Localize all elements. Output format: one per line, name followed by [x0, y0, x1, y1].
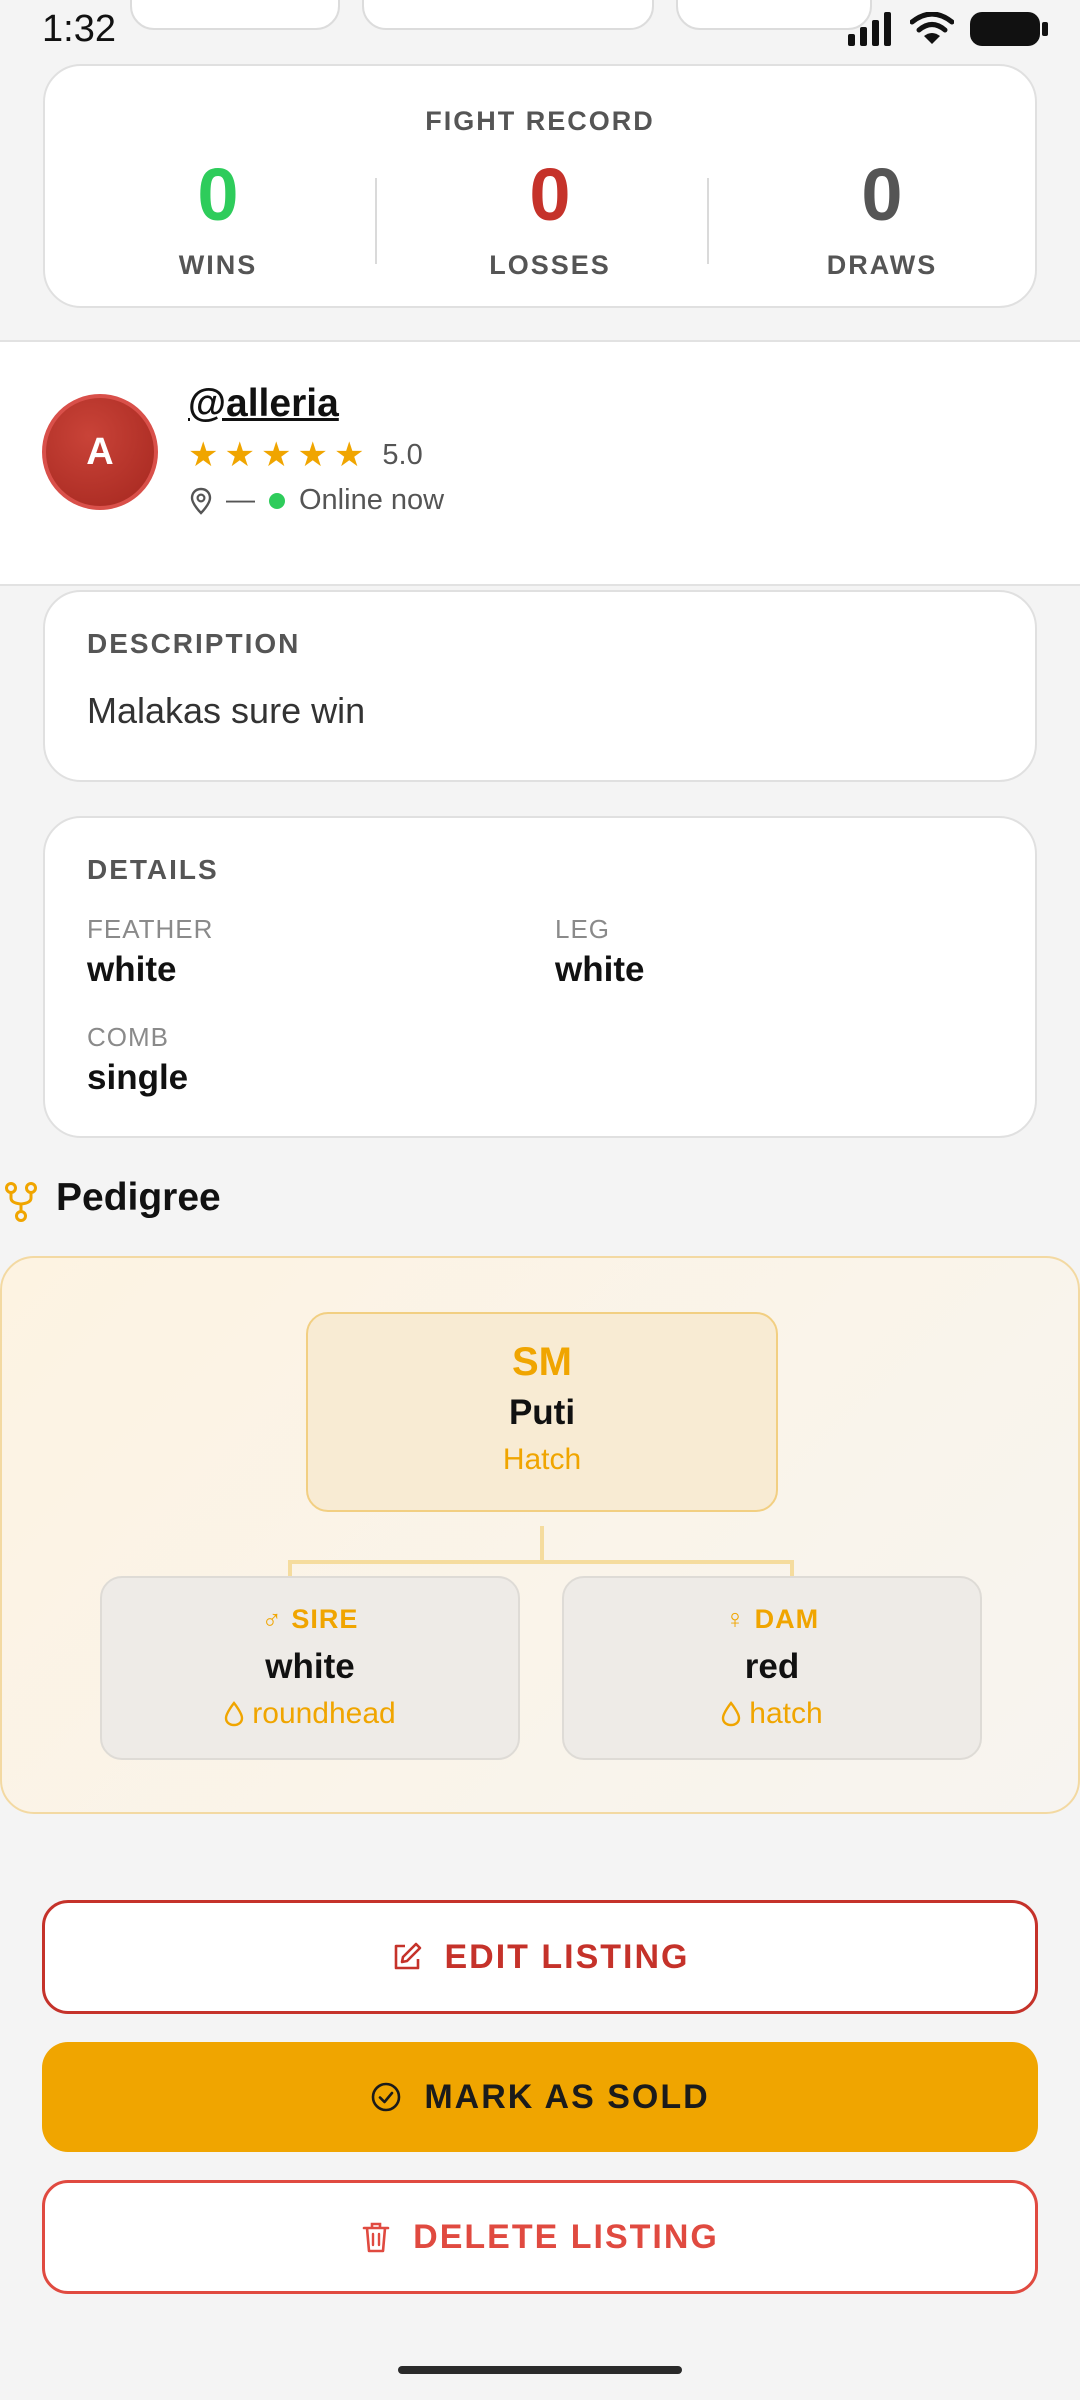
location-pin-icon	[190, 487, 212, 515]
drop-icon	[722, 1701, 741, 1727]
wins-stat: 0 WINS	[53, 158, 383, 281]
comb-value: single	[87, 1058, 189, 1097]
edit-listing-label: EDIT LISTING	[444, 1937, 690, 1976]
delete-listing-button[interactable]: DELETE LISTING	[42, 2180, 1038, 2294]
top-chip-3[interactable]	[676, 0, 872, 30]
top-chip-2[interactable]	[362, 0, 654, 30]
mark-as-sold-button[interactable]: MARK AS SOLD	[42, 2042, 1038, 2152]
feather-value: white	[87, 950, 177, 989]
description-card: DESCRIPTION Malakas sure win	[43, 590, 1037, 782]
wins-value: 0	[197, 153, 239, 236]
losses-label: LOSSES	[489, 250, 611, 280]
seller-username[interactable]: @alleria	[188, 382, 339, 426]
seller-location: —	[226, 484, 255, 516]
description-label: DESCRIPTION	[87, 628, 301, 659]
fight-record-title: FIGHT RECORD	[425, 106, 655, 136]
top-chip-1[interactable]	[130, 0, 340, 30]
tree-connector	[288, 1560, 794, 1564]
sire-role: ♂ SIRE	[102, 1604, 518, 1635]
star-icon: ★	[333, 436, 365, 474]
draws-value: 0	[861, 153, 903, 236]
root-bloodline: Hatch	[502, 1443, 582, 1476]
wifi-icon	[910, 12, 954, 44]
status-time: 1:32	[42, 8, 116, 50]
drop-icon	[225, 1701, 244, 1727]
seller-rating: ★ ★ ★ ★ ★ 5.0	[188, 438, 423, 472]
pedigree-root-node[interactable]: SM Puti Hatch	[306, 1312, 778, 1512]
online-indicator	[269, 492, 285, 509]
status-bar: 1:32	[0, 0, 1080, 60]
system-icons	[848, 12, 1048, 46]
sire-node[interactable]: ♂ SIRE white roundhead	[100, 1576, 520, 1760]
star-icon: ★	[188, 436, 219, 474]
rating-value: 5.0	[382, 438, 423, 471]
details-label: DETAILS	[87, 854, 219, 885]
edit-icon	[394, 1942, 421, 1970]
avatar[interactable]: A	[42, 394, 158, 510]
female-symbol-icon: ♀	[724, 1604, 747, 1634]
stat-divider	[707, 178, 709, 264]
draws-stat: 0 DRAWS	[717, 158, 1047, 281]
star-icon: ★	[297, 436, 328, 474]
description-text: Malakas sure win	[87, 690, 366, 731]
dam-bloodline: hatch	[564, 1697, 980, 1731]
root-name: Puti	[508, 1393, 576, 1432]
check-circle-icon	[372, 2082, 401, 2112]
star-icon: ★	[224, 436, 255, 474]
stat-divider	[375, 178, 377, 264]
edit-listing-button[interactable]: EDIT LISTING	[42, 1900, 1038, 2014]
fight-record-card: FIGHT RECORD 0 WINS 0 LOSSES 0 DRAWS	[43, 64, 1037, 308]
draws-label: DRAWS	[826, 250, 938, 280]
seller-section: A @alleria ★ ★ ★ ★ ★ 5.0 — Online now	[0, 340, 1080, 586]
seller-location-row: — Online now	[190, 484, 444, 517]
pedigree-title: Pedigree	[56, 1176, 221, 1219]
dam-role: ♀ DAM	[564, 1604, 980, 1635]
dam-role-label: DAM	[754, 1604, 820, 1634]
dam-bloodline-text: hatch	[749, 1697, 823, 1730]
mark-as-sold-label: MARK AS SOLD	[424, 2077, 710, 2116]
trash-icon	[362, 2222, 390, 2253]
feather-label: FEATHER	[87, 914, 214, 944]
delete-listing-label: DELETE LISTING	[413, 2217, 719, 2256]
home-indicator[interactable]	[398, 2366, 682, 2374]
details-card: DETAILS FEATHER white LEG white COMB sin…	[43, 816, 1037, 1138]
sire-bloodline: roundhead	[102, 1697, 518, 1731]
comb-label: COMB	[87, 1022, 169, 1052]
losses-stat: 0 LOSSES	[385, 158, 715, 281]
dam-node[interactable]: ♀ DAM red hatch	[562, 1576, 982, 1760]
pedigree-tree-icon	[5, 1182, 37, 1222]
sire-role-label: SIRE	[291, 1604, 359, 1634]
online-status: Online now	[299, 484, 445, 516]
wins-label: WINS	[178, 250, 258, 280]
male-symbol-icon: ♂	[261, 1604, 283, 1634]
leg-label: LEG	[555, 914, 611, 944]
sire-bloodline-text: roundhead	[252, 1697, 396, 1730]
pedigree-box: SM Puti Hatch ♂ SIRE white roundhead ♀ D…	[0, 1256, 1080, 1814]
sire-name: white	[265, 1647, 355, 1686]
dam-name: red	[744, 1647, 800, 1686]
star-icon: ★	[260, 436, 292, 474]
signal-icon	[848, 12, 891, 46]
losses-value: 0	[529, 153, 571, 236]
root-code: SM	[512, 1340, 572, 1384]
leg-value: white	[555, 950, 645, 989]
tree-connector	[540, 1526, 544, 1562]
battery-icon	[970, 12, 1048, 46]
